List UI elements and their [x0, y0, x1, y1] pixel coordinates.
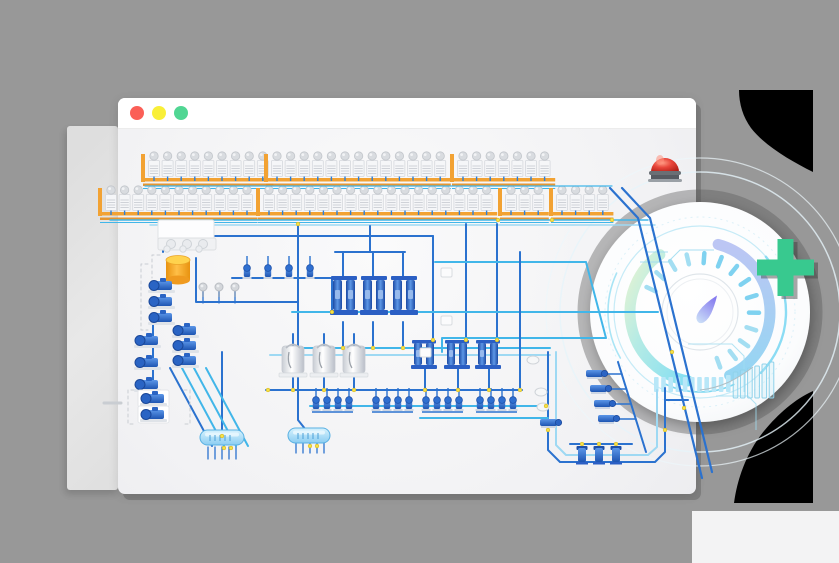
app-window: [118, 98, 696, 494]
traffic-light-close[interactable]: [130, 106, 144, 120]
stage: [0, 0, 839, 563]
black-swoosh-top: [739, 90, 813, 172]
corner-card: [692, 511, 839, 563]
black-swoosh-bottom: [734, 391, 813, 503]
window-titlebar: [118, 98, 696, 129]
add-plus-button[interactable]: [757, 239, 818, 299]
side-panel: [67, 126, 118, 490]
traffic-light-minimize[interactable]: [152, 106, 166, 120]
traffic-light-maximize[interactable]: [174, 106, 188, 120]
